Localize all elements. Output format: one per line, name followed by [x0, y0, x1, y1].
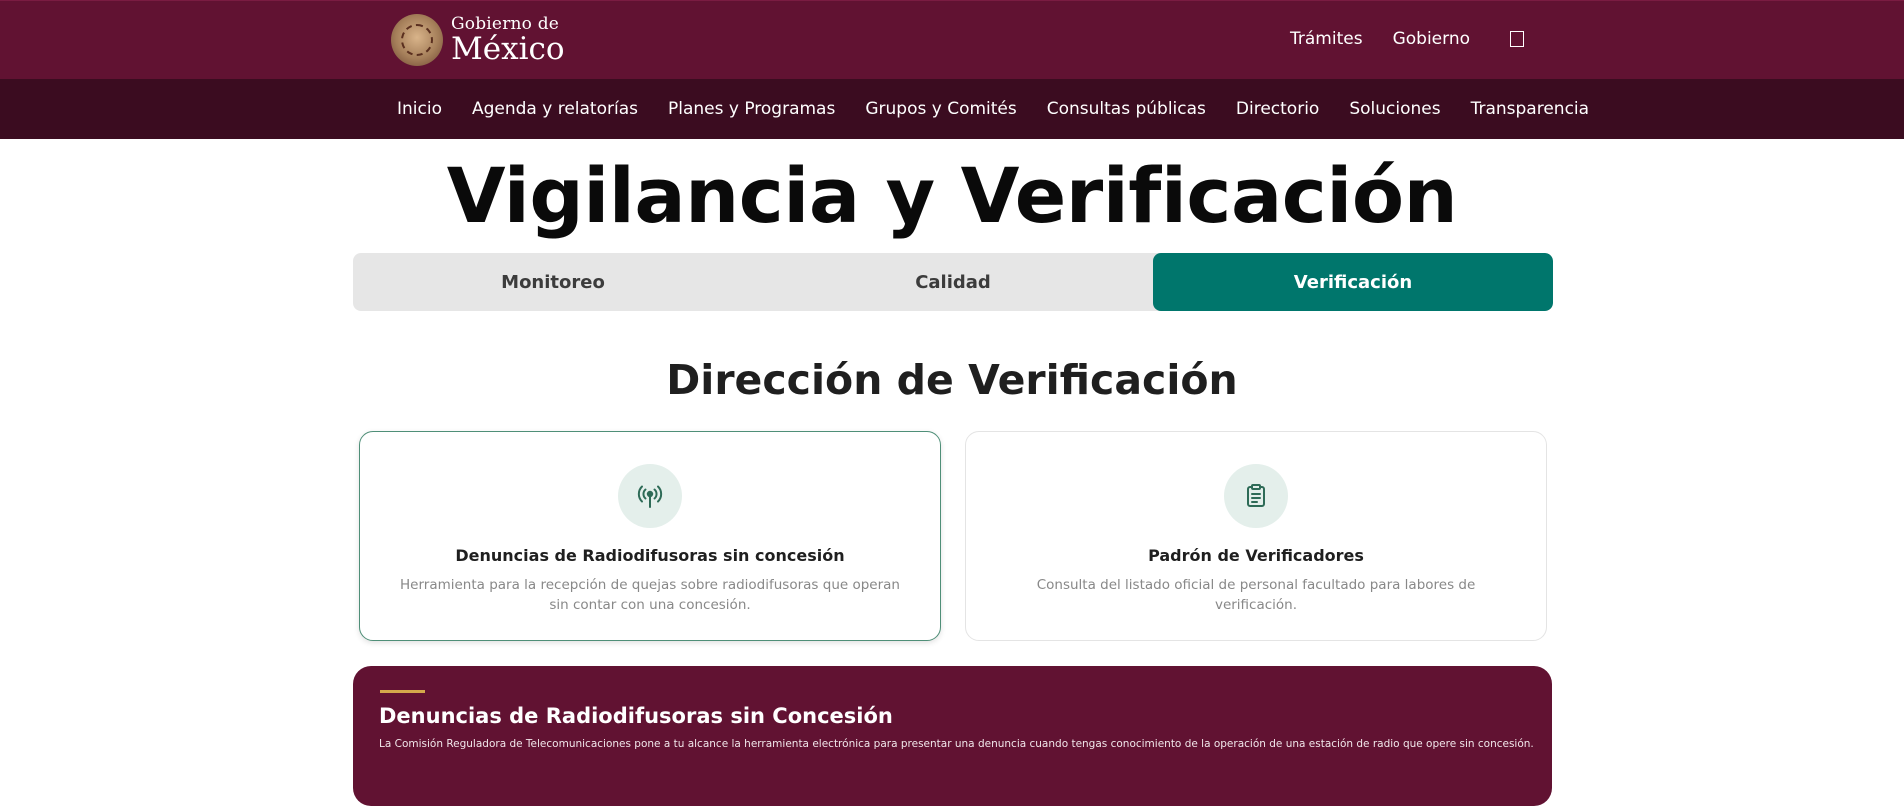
- search-icon[interactable]: [1510, 31, 1524, 47]
- logo-line-1: Gobierno de: [451, 13, 560, 34]
- national-seal-icon: [391, 14, 443, 66]
- main-navigation: Inicio Agenda y relatorías Planes y Prog…: [0, 79, 1904, 139]
- banner-text: La Comisión Reguladora de Telecomunicaci…: [379, 738, 1534, 750]
- section-tabs: Monitoreo Calidad Verificación: [353, 253, 1553, 311]
- nav-item-consultas[interactable]: Consultas públicas: [1047, 99, 1206, 119]
- banner-title: Denuncias de Radiodifusoras sin Concesió…: [379, 704, 893, 728]
- logo-line-2: México: [451, 30, 565, 67]
- gobierno-link[interactable]: Gobierno: [1393, 29, 1470, 49]
- banner-accent-line: [380, 690, 425, 693]
- denuncias-banner: Denuncias de Radiodifusoras sin Concesió…: [353, 666, 1552, 806]
- nav-item-agenda[interactable]: Agenda y relatorías: [472, 99, 638, 119]
- card-description: Consulta del listado oficial de personal…: [1036, 577, 1476, 613]
- page-title: Vigilancia y Verificación: [446, 151, 1458, 240]
- nav-item-directorio[interactable]: Directorio: [1236, 99, 1319, 119]
- tab-verificacion[interactable]: Verificación: [1153, 253, 1553, 311]
- nav-item-inicio[interactable]: Inicio: [397, 99, 442, 119]
- clipboard-list-icon: [1224, 464, 1288, 528]
- card-title: Padrón de Verificadores: [1148, 546, 1364, 565]
- broadcast-tower-icon: [618, 464, 682, 528]
- card-title: Denuncias de Radiodifusoras sin concesió…: [455, 546, 845, 565]
- top-links: Trámites Gobierno: [1290, 29, 1524, 49]
- card-denuncias[interactable]: Denuncias de Radiodifusoras sin concesió…: [359, 431, 941, 641]
- top-header: Gobierno de México Trámites Gobierno: [0, 0, 1904, 79]
- nav-item-soluciones[interactable]: Soluciones: [1349, 99, 1440, 119]
- section-title: Dirección de Verificación: [666, 356, 1238, 404]
- card-description: Herramienta para la recepción de quejas …: [400, 577, 900, 613]
- tab-monitoreo[interactable]: Monitoreo: [353, 253, 753, 311]
- tab-calidad[interactable]: Calidad: [753, 253, 1153, 311]
- nav-item-transparencia[interactable]: Transparencia: [1471, 99, 1589, 119]
- tramites-link[interactable]: Trámites: [1290, 29, 1363, 49]
- nav-item-grupos[interactable]: Grupos y Comités: [865, 99, 1016, 119]
- card-padron-verificadores[interactable]: Padrón de Verificadores Consulta del lis…: [965, 431, 1547, 641]
- logo-text: Gobierno de México: [451, 13, 565, 67]
- gobierno-de-mexico-logo[interactable]: Gobierno de México: [391, 13, 565, 67]
- nav-item-planes[interactable]: Planes y Programas: [668, 99, 835, 119]
